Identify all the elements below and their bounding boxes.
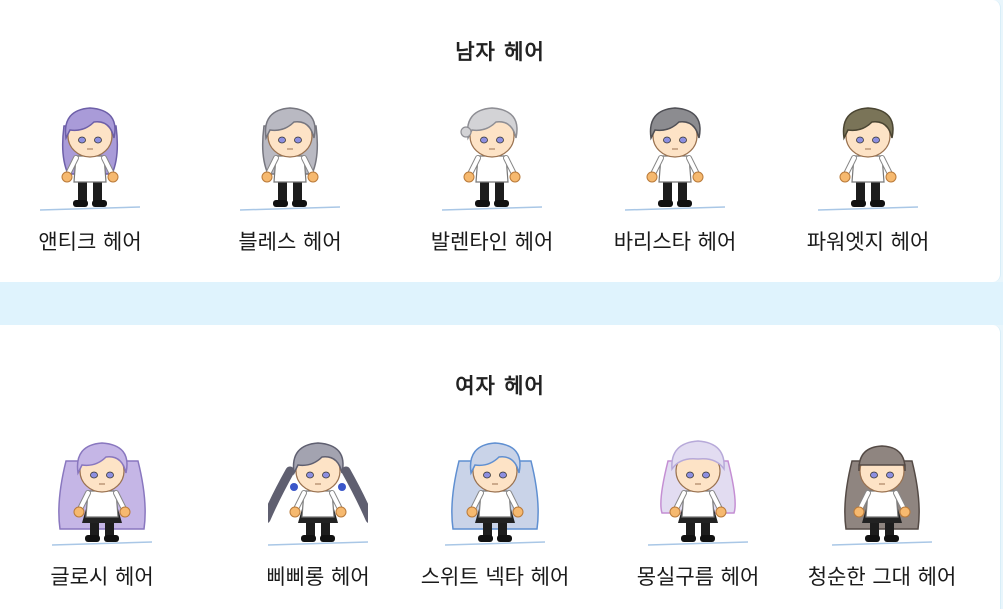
male-hair-grid: 앤티크 헤어 블레스 헤어 발렌타인 헤어 바리스타 헤어 파워엣지 헤어 xyxy=(0,86,1000,276)
hair-item[interactable]: 청순한 그대 헤어 xyxy=(792,421,972,609)
hair-catalog-page: 남자 헤어 앤티크 헤어 블레스 헤어 발렌타인 헤어 바리스타 헤어 파워엣지… xyxy=(0,0,1003,609)
male-hair-panel: 남자 헤어 앤티크 헤어 블레스 헤어 발렌타인 헤어 바리스타 헤어 파워엣지… xyxy=(0,0,1001,282)
male-long-hair-character-icon xyxy=(40,86,140,216)
female-curly-hair-character-icon xyxy=(445,421,545,551)
hair-item[interactable]: 바리스타 헤어 xyxy=(585,86,765,276)
male-wavy-hair-character-icon xyxy=(625,86,725,216)
female-hair-grid: 글로시 헤어 삐삐롱 헤어 스위트 넥타 헤어 몽실구름 헤어 청순한 그대 헤… xyxy=(0,421,1000,609)
section-divider-band xyxy=(0,282,1003,325)
female-straight-hair-character-icon xyxy=(832,421,932,551)
male-short-hair-character-icon xyxy=(818,86,918,216)
hair-label: 몽실구름 헤어 xyxy=(636,565,760,589)
female-hair-panel: 여자 헤어 글로시 헤어 삐삐롱 헤어 스위트 넥타 헤어 몽실구름 헤어 청순… xyxy=(0,325,1001,609)
hair-label: 글로시 헤어 xyxy=(50,565,154,589)
female-cloud-hair-character-icon xyxy=(648,421,748,551)
hair-item[interactable]: 발렌타인 헤어 xyxy=(402,86,582,276)
male-hair-title: 남자 헤어 xyxy=(455,40,545,64)
hair-label: 바리스타 헤어 xyxy=(613,230,737,254)
female-long-hair-character-icon xyxy=(52,421,152,551)
hair-item[interactable]: 블레스 헤어 xyxy=(200,86,380,276)
hair-item[interactable]: 앤티크 헤어 xyxy=(0,86,180,276)
hair-item[interactable]: 삐삐롱 헤어 xyxy=(228,421,408,609)
hair-item[interactable]: 스위트 넥타 헤어 xyxy=(405,421,585,609)
male-tied-hair-character-icon xyxy=(442,86,542,216)
hair-label: 스위트 넥타 헤어 xyxy=(420,565,570,589)
male-side-swept-hair-character-icon xyxy=(240,86,340,216)
hair-item[interactable]: 몽실구름 헤어 xyxy=(608,421,788,609)
hair-label: 파워엣지 헤어 xyxy=(806,230,930,254)
hair-item[interactable]: 글로시 헤어 xyxy=(12,421,192,609)
hair-item[interactable]: 파워엣지 헤어 xyxy=(778,86,958,276)
hair-label: 발렌타인 헤어 xyxy=(430,230,554,254)
hair-label: 삐삐롱 헤어 xyxy=(266,565,370,589)
hair-label: 앤티크 헤어 xyxy=(38,230,142,254)
female-hair-title: 여자 헤어 xyxy=(455,374,545,398)
female-braided-hair-character-icon xyxy=(268,421,368,551)
hair-label: 청순한 그대 헤어 xyxy=(807,565,957,589)
hair-label: 블레스 헤어 xyxy=(238,230,342,254)
